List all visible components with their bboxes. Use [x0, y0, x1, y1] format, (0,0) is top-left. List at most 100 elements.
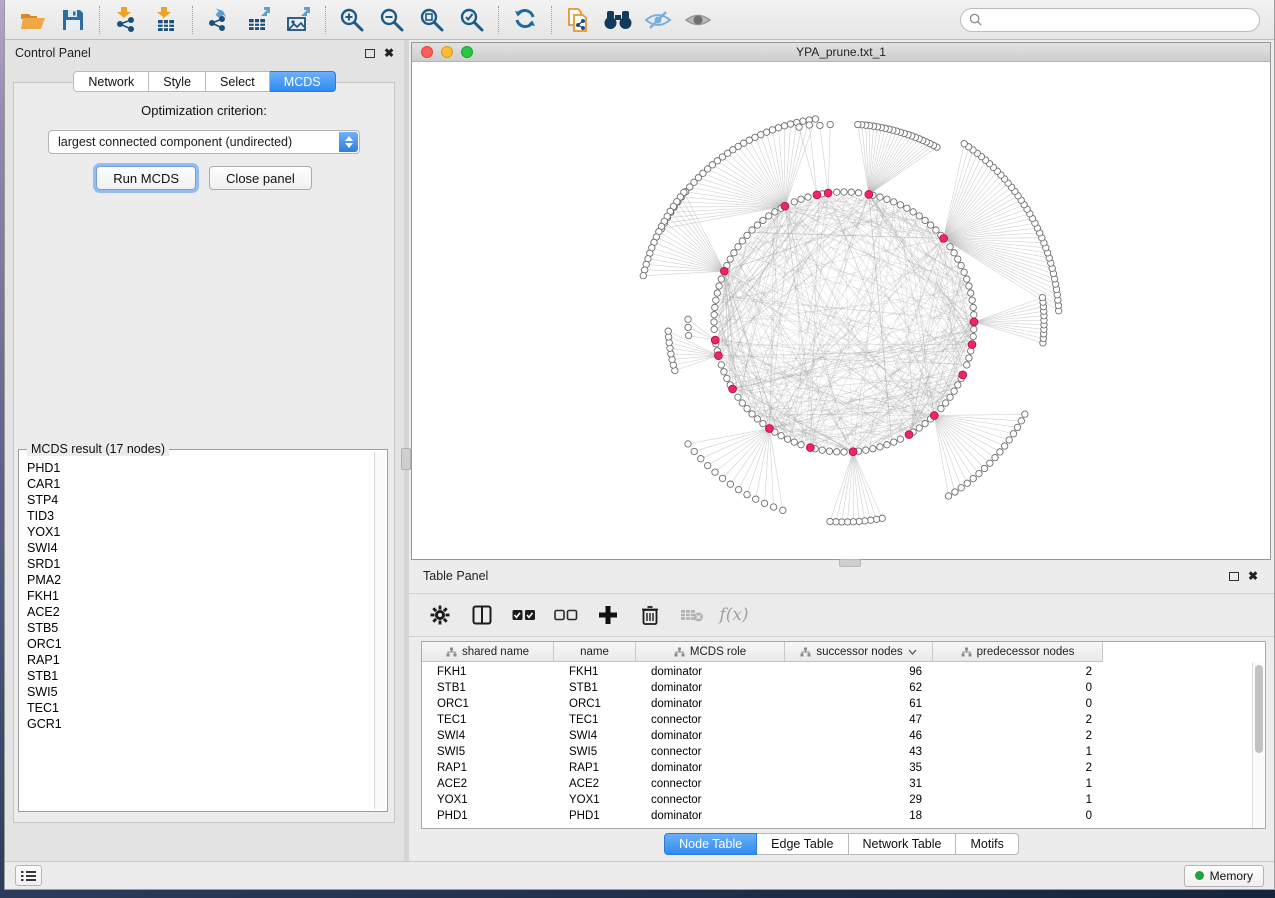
table-settings-button[interactable] [423, 599, 457, 631]
table-scrollbar[interactable] [1252, 662, 1265, 828]
mcds-hub-node[interactable] [781, 202, 789, 210]
leaf-node[interactable] [1039, 294, 1045, 300]
hide-selected-button[interactable] [638, 3, 678, 37]
mcds-hub-node[interactable] [970, 318, 978, 326]
ring-node[interactable] [727, 256, 733, 262]
zoom-out-button[interactable] [372, 3, 412, 37]
leaf-node[interactable] [780, 507, 786, 513]
mcds-hub-node[interactable] [806, 444, 814, 452]
zoom-fit-button[interactable] [412, 3, 452, 37]
ring-node[interactable] [731, 250, 737, 256]
leaf-node[interactable] [769, 127, 775, 133]
column-header-predecessor-nodes[interactable]: predecessor nodes [933, 642, 1103, 662]
leaf-node[interactable] [735, 486, 741, 492]
ring-node[interactable] [791, 439, 797, 445]
leaf-node[interactable] [997, 449, 1003, 455]
ring-node[interactable] [961, 269, 967, 275]
ring-node[interactable] [798, 442, 804, 448]
close-panel-icon[interactable]: ✖ [1248, 570, 1258, 582]
mcds-hub-node[interactable] [930, 412, 938, 420]
mcds-result-item[interactable]: SWI4 [27, 540, 373, 556]
leaf-node[interactable] [705, 462, 711, 468]
ring-node[interactable] [739, 238, 745, 244]
ring-node[interactable] [969, 297, 975, 303]
mcds-hub-node[interactable] [766, 425, 774, 433]
function-builder-button[interactable]: f(x) [717, 599, 751, 631]
leaf-node[interactable] [945, 493, 951, 499]
float-panel-icon[interactable] [365, 49, 375, 58]
table-scrollbar-thumb[interactable] [1255, 665, 1263, 753]
close-panel-icon[interactable]: ✖ [384, 47, 394, 59]
ring-node[interactable] [947, 394, 953, 400]
column-header-name[interactable]: name [554, 642, 636, 662]
leaf-node[interactable] [665, 328, 671, 334]
ring-node[interactable] [964, 276, 970, 282]
deselect-all-button[interactable] [549, 599, 583, 631]
ring-node[interactable] [947, 244, 953, 250]
close-panel-button[interactable]: Close panel [209, 166, 312, 190]
mcds-hub-node[interactable] [905, 431, 913, 439]
tab-select[interactable]: Select [206, 71, 270, 92]
mcds-result-item[interactable]: SWI5 [27, 684, 373, 700]
ring-node[interactable] [754, 222, 760, 228]
ring-node[interactable] [718, 362, 724, 368]
table-row[interactable]: SWI5SWI5connector431 [422, 744, 1252, 760]
ring-node[interactable] [778, 433, 784, 439]
leaf-node[interactable] [1022, 411, 1028, 417]
ring-node[interactable] [760, 420, 766, 426]
mcds-result-item[interactable]: STP4 [27, 492, 373, 508]
tab-network-table[interactable]: Network Table [849, 833, 957, 855]
ring-node[interactable] [711, 312, 717, 318]
zoom-selected-button[interactable] [452, 3, 492, 37]
leaf-node[interactable] [752, 496, 758, 502]
leaf-node[interactable] [685, 316, 691, 322]
mcds-result-item[interactable]: FKH1 [27, 588, 373, 604]
leaf-node[interactable] [981, 465, 987, 471]
ring-node[interactable] [971, 326, 977, 332]
ring-node[interactable] [891, 199, 897, 205]
mcds-hub-node[interactable] [968, 341, 976, 349]
column-header-successor-nodes[interactable]: successor nodes [785, 642, 933, 662]
table-row[interactable]: YOX1YOX1connector291 [422, 792, 1252, 808]
ring-node[interactable] [916, 425, 922, 431]
ring-node[interactable] [970, 304, 976, 310]
mcds-result-item[interactable]: ACE2 [27, 604, 373, 620]
leaf-node[interactable] [1014, 424, 1020, 430]
table-row[interactable]: STB1STB1dominator620 [422, 680, 1252, 696]
leaf-node[interactable] [640, 272, 646, 278]
ring-node[interactable] [951, 250, 957, 256]
ring-node[interactable] [735, 244, 741, 250]
ring-node[interactable] [714, 290, 720, 296]
tab-motifs[interactable]: Motifs [956, 833, 1018, 855]
add-row-button[interactable] [591, 599, 625, 631]
ring-node[interactable] [966, 283, 972, 289]
ring-node[interactable] [754, 416, 760, 422]
ring-node[interactable] [798, 196, 804, 202]
ring-node[interactable] [922, 420, 928, 426]
ring-node[interactable] [910, 209, 916, 215]
show-all-button[interactable] [678, 3, 718, 37]
select-all-button[interactable] [507, 599, 541, 631]
leaf-node[interactable] [727, 481, 733, 487]
mcds-result-item[interactable]: PMA2 [27, 572, 373, 588]
tab-mcds[interactable]: MCDS [270, 71, 336, 92]
mcds-result-item[interactable]: TID3 [27, 508, 373, 524]
open-file-button[interactable] [13, 3, 53, 37]
ring-node[interactable] [933, 227, 939, 233]
leaf-node[interactable] [817, 122, 823, 128]
leaf-node[interactable] [685, 441, 691, 447]
mcds-result-item[interactable]: SRD1 [27, 556, 373, 572]
mcds-hub-node[interactable] [720, 267, 728, 275]
search-input[interactable] [987, 13, 1251, 27]
leaf-node[interactable] [685, 332, 691, 338]
leaf-node[interactable] [855, 121, 861, 127]
leaf-node[interactable] [712, 469, 718, 475]
ring-node[interactable] [958, 262, 964, 268]
mcds-hub-node[interactable] [715, 352, 723, 360]
ring-node[interactable] [955, 382, 961, 388]
ring-node[interactable] [712, 304, 718, 310]
mcds-hub-node[interactable] [865, 190, 873, 198]
ring-node[interactable] [749, 411, 755, 417]
leaf-node[interactable] [827, 121, 833, 127]
toggle-panes-button[interactable] [465, 599, 499, 631]
